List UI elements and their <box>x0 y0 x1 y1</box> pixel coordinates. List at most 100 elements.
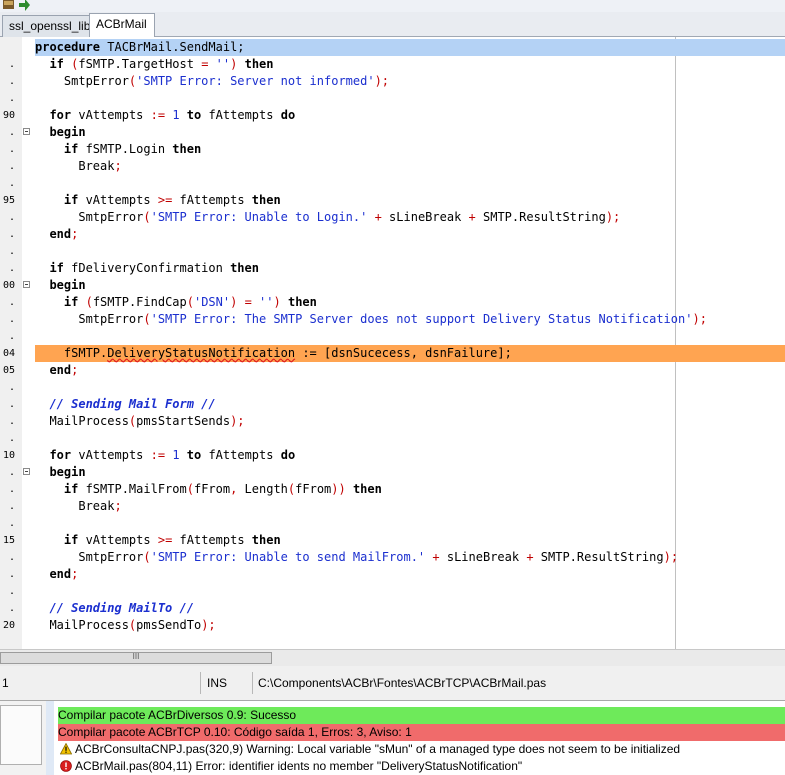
code-text: MailProcess(pmsStartSends); <box>35 413 785 430</box>
tab-ssl-openssl-lib[interactable]: ssl_openssl_lib <box>2 15 90 37</box>
code-line[interactable]: . <box>0 379 785 396</box>
code-text: SmtpError('SMTP Error: The SMTP Server d… <box>35 311 785 328</box>
code-line[interactable]: 00 begin <box>0 277 785 294</box>
code-line[interactable]: . if fDeliveryConfirmation then <box>0 260 785 277</box>
line-number: . <box>8 586 15 597</box>
code-line[interactable]: 15 if vAttempts >= fAttempts then <box>0 532 785 549</box>
code-token: then <box>244 57 274 71</box>
code-line[interactable]: 90 for vAttempts := 1 to fAttempts do <box>0 107 785 124</box>
fold-toggle-icon[interactable] <box>23 468 30 475</box>
code-token: + <box>374 210 382 224</box>
code-line[interactable]: . MailProcess(pmsStartSends); <box>0 413 785 430</box>
code-line[interactable]: . Break; <box>0 158 785 175</box>
code-line[interactable]: . <box>0 583 785 600</box>
code-token: '' <box>215 57 231 71</box>
code-token: fSMTP.MailFrom <box>78 482 187 496</box>
code-token: if <box>63 142 79 156</box>
code-line[interactable]: . <box>0 328 785 345</box>
run-arrow-icon[interactable] <box>17 0 31 11</box>
code-line[interactable]: . SmtpError('SMTP Error: Server not info… <box>0 73 785 90</box>
code-line[interactable]: . <box>0 175 785 192</box>
code-line[interactable]: . // Sending Mail Form // <box>0 396 785 413</box>
code-line[interactable]: . end; <box>0 226 785 243</box>
code-line[interactable]: . <box>0 243 785 260</box>
code-line[interactable]: procedure TACBrMail.SendMail; <box>0 39 785 56</box>
code-token: fAttempts <box>201 108 281 122</box>
message-error[interactable]: ACBrMail.pas(804,11) Error: identifier i… <box>58 758 785 775</box>
code-line[interactable]: . <box>0 430 785 447</box>
status-bar: 1 INS C:\Components\ACBr\Fontes\ACBrTCP\… <box>0 666 785 700</box>
code-line[interactable]: . if (fSMTP.FindCap('DSN') = '') then <box>0 294 785 311</box>
insert-mode: INS <box>207 676 228 690</box>
cursor-position: 1 <box>2 676 9 690</box>
code-token: fSMTP.Login <box>78 142 173 156</box>
source-editor[interactable]: procedure TACBrMail.SendMail;. if (fSMTP… <box>0 37 785 649</box>
code-text: begin <box>35 464 785 481</box>
code-line[interactable]: . Break; <box>0 498 785 515</box>
code-token: '' <box>259 295 274 309</box>
code-line[interactable]: . // Sending MailTo // <box>0 600 785 617</box>
code-token: ( <box>186 482 194 496</box>
message-text: Compilar pacote ACBrDiversos 0.9: Sucess… <box>58 708 297 722</box>
code-token: ; <box>71 567 79 581</box>
code-token: ; <box>114 159 122 173</box>
side-list[interactable] <box>0 705 42 765</box>
code-line[interactable]: . <box>0 90 785 107</box>
package-icon[interactable] <box>2 0 16 11</box>
code-line[interactable]: . <box>0 515 785 532</box>
code-line[interactable]: . begin <box>0 124 785 141</box>
line-number: . <box>8 93 15 104</box>
horizontal-scrollbar[interactable]: III <box>0 649 785 666</box>
code-line[interactable]: . SmtpError('SMTP Error: Unable to Login… <box>0 209 785 226</box>
code-text: procedure TACBrMail.SendMail; <box>35 39 785 56</box>
scrollbar-thumb[interactable]: III <box>0 652 272 664</box>
code-token: ( <box>143 550 151 564</box>
code-token: end <box>49 227 72 241</box>
line-number: . <box>8 297 15 308</box>
code-line[interactable]: . if fSMTP.Login then <box>0 141 785 158</box>
code-line[interactable]: . end; <box>0 566 785 583</box>
code-token: 1 <box>172 108 180 122</box>
code-line[interactable]: 04 fSMTP.DeliveryStatusNotification := [… <box>0 345 785 362</box>
code-line[interactable]: . SmtpError('SMTP Error: The SMTP Server… <box>0 311 785 328</box>
code-line[interactable]: 05 end; <box>0 362 785 379</box>
message-build-failed[interactable]: Compilar pacote ACBrTCP 0.10: Código saí… <box>58 724 785 741</box>
code-token: SMTP.ResultString <box>475 210 606 224</box>
tab-acbrmail[interactable]: ACBrMail <box>89 13 155 37</box>
code-token: ); <box>230 414 245 428</box>
code-token: // Sending Mail Form // <box>49 397 216 411</box>
code-line[interactable]: . begin <box>0 464 785 481</box>
code-line[interactable]: . if (fSMTP.TargetHost = '') then <box>0 56 785 73</box>
messages-scrollbar[interactable] <box>46 701 54 775</box>
fold-toggle-icon[interactable] <box>23 281 30 288</box>
code-token: fFrom <box>295 482 332 496</box>
code-text: Break; <box>35 498 785 515</box>
line-number: 10 <box>2 450 15 461</box>
fold-toggle-icon[interactable] <box>23 128 30 135</box>
code-token: 'DSN' <box>193 295 231 309</box>
code-text: if vAttempts >= fAttempts then <box>35 192 785 209</box>
code-line[interactable]: . SmtpError('SMTP Error: Unable to send … <box>0 549 785 566</box>
code-text: for vAttempts := 1 to fAttempts do <box>35 447 785 464</box>
code-token: Break <box>35 159 115 173</box>
code-token: fSMTP.TargetHost <box>78 57 202 71</box>
code-line[interactable]: 10 for vAttempts := 1 to fAttempts do <box>0 447 785 464</box>
message-build-success[interactable]: Compilar pacote ACBrDiversos 0.9: Sucess… <box>58 707 785 724</box>
code-line[interactable]: . if fSMTP.MailFrom(fFrom, Length(fFrom)… <box>0 481 785 498</box>
code-token: for <box>49 448 72 462</box>
code-token: fAttempts <box>172 193 252 207</box>
code-token: 1 <box>172 448 180 462</box>
code-line[interactable]: 95 if vAttempts >= fAttempts then <box>0 192 785 209</box>
code-token: begin <box>49 465 86 479</box>
message-warning[interactable]: ACBrConsultaCNPJ.pas(320,9) Warning: Loc… <box>58 741 785 758</box>
code-line[interactable]: 20 MailProcess(pmsSendTo); <box>0 617 785 634</box>
